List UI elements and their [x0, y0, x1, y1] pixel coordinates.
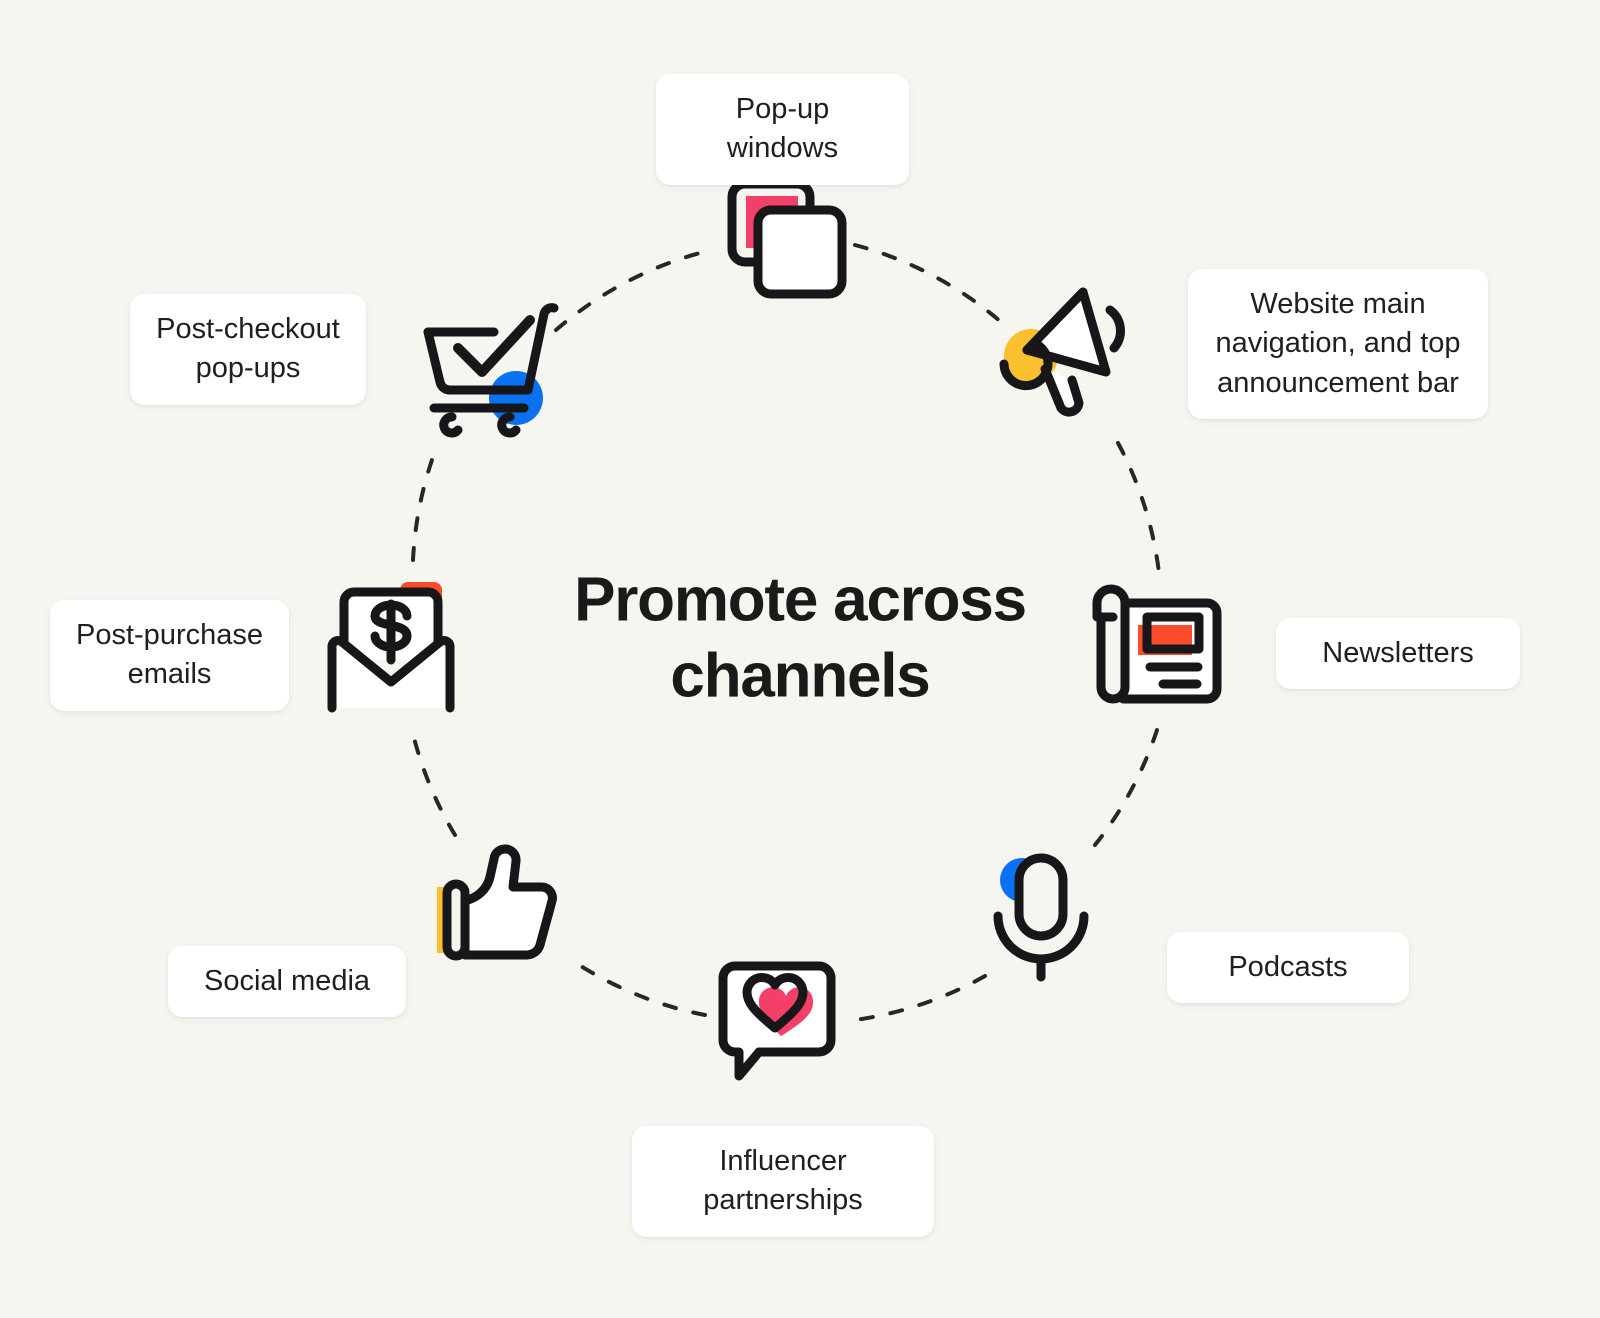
microphone-icon	[993, 853, 1089, 982]
label-influencer-partnerships: Influencer partnerships	[632, 1126, 934, 1237]
label-post-purchase-emails: Post-purchase emails	[50, 600, 289, 711]
icon-post-checkout-popups[interactable]	[410, 290, 570, 450]
icon-social-media[interactable]	[415, 825, 575, 985]
label-pop-up-windows: Pop-up windows	[656, 74, 909, 185]
envelope-dollar-icon	[327, 582, 455, 713]
newspaper-icon	[1092, 584, 1222, 704]
label-podcasts: Podcasts	[1167, 932, 1409, 1004]
page-title: Promote across channels	[574, 565, 1027, 710]
shopping-cart-check-icon	[423, 303, 559, 438]
icon-podcasts[interactable]	[960, 832, 1120, 992]
icon-post-purchase-emails[interactable]	[312, 560, 472, 720]
icon-website-navigation[interactable]	[973, 268, 1133, 428]
diagram-canvas: Promote across channels Pop-up windows W…	[0, 0, 1600, 1318]
label-post-checkout-popups: Post-checkout pop-ups	[130, 294, 366, 405]
megaphone-icon	[999, 287, 1125, 417]
thumbs-up-icon	[437, 844, 557, 961]
label-newsletters: Newsletters	[1276, 618, 1520, 690]
label-website-navigation: Website main navigation, and top announc…	[1188, 269, 1488, 420]
overlapping-windows-icon	[727, 179, 847, 299]
icon-newsletters[interactable]	[1075, 565, 1235, 725]
chat-heart-icon	[718, 961, 836, 1081]
icon-pop-up-windows[interactable]	[702, 162, 862, 322]
icon-influencer-partnerships[interactable]	[697, 940, 857, 1100]
label-social-media: Social media	[168, 946, 406, 1018]
